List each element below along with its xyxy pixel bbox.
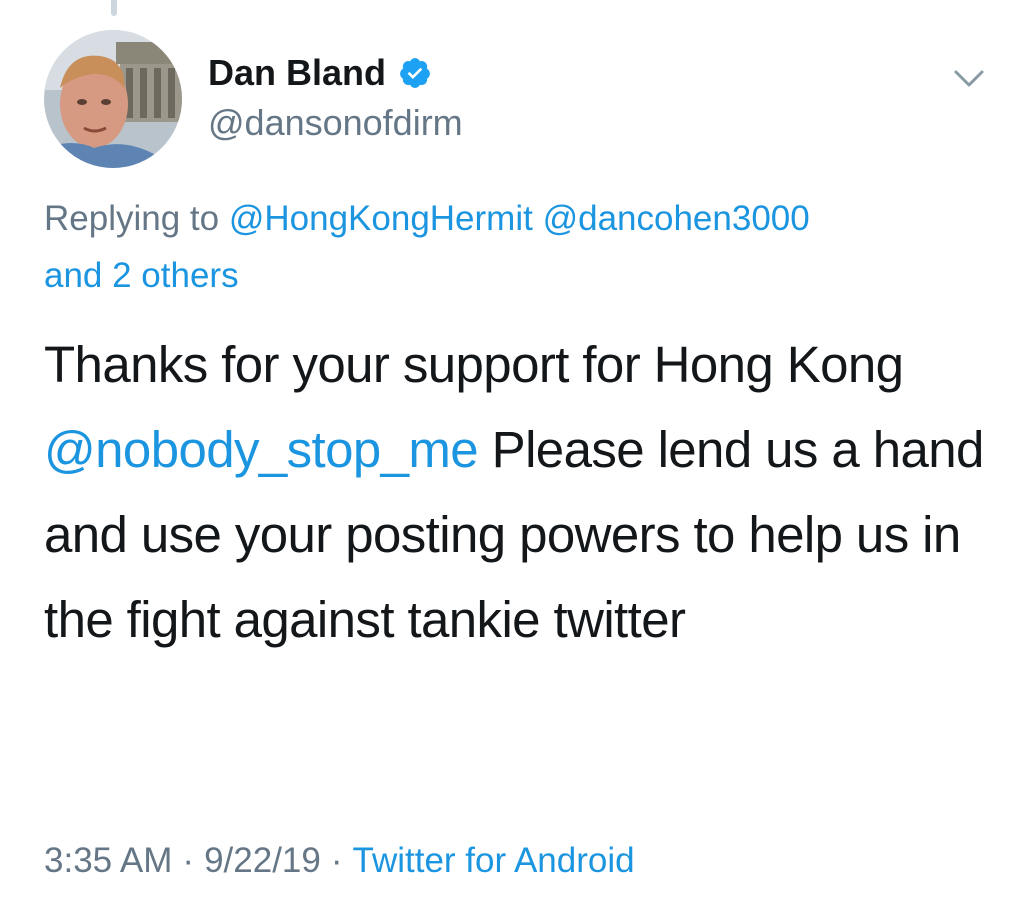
reply-mention-link[interactable]: @dancohen3000 <box>543 199 810 238</box>
meta-separator: · <box>182 841 195 880</box>
tweet-text-part: Thanks for your support for Hong Kong <box>44 336 904 393</box>
avatar-image <box>44 30 182 168</box>
tweet-text: Thanks for your support for Hong Kong @n… <box>44 322 994 662</box>
tweet-time[interactable]: 3:35 AM <box>44 841 172 880</box>
tweet-metadata: 3:35 AM · 9/22/19 · Twitter for Android <box>44 836 635 886</box>
tweet-date[interactable]: 9/22/19 <box>204 841 321 880</box>
author-display-name[interactable]: Dan Bland <box>208 52 386 94</box>
reply-mention-link[interactable]: @HongKongHermit <box>229 199 533 238</box>
avatar[interactable] <box>44 30 182 168</box>
tweet-source-link[interactable]: Twitter for Android <box>353 841 635 880</box>
meta-separator: · <box>330 841 343 880</box>
chevron-down-icon[interactable] <box>946 62 992 96</box>
author-handle[interactable]: @dansonofdirm <box>208 102 463 144</box>
author-name-row[interactable]: Dan Bland <box>208 52 432 94</box>
reply-prefix: Replying to <box>44 199 220 238</box>
reply-others-link[interactable]: and 2 others <box>44 256 239 295</box>
reply-context: Replying to @HongKongHermit @dancohen300… <box>44 190 994 304</box>
thread-connector-line <box>111 0 117 16</box>
tweet-mention-link[interactable]: @nobody_stop_me <box>44 421 479 478</box>
verified-badge-icon <box>398 56 432 90</box>
tweet: Dan Bland @dansonofdirm Replying to @Hon… <box>0 0 1024 916</box>
